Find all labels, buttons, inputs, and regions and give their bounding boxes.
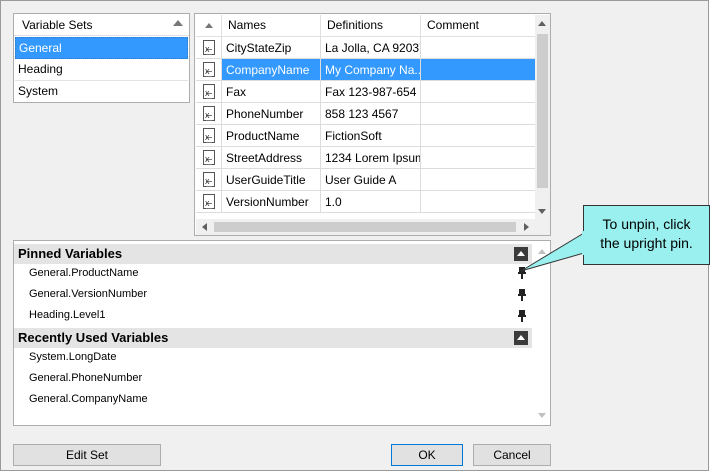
sort-ascending-icon (205, 23, 213, 28)
variable-icon-cell (196, 59, 222, 81)
cell-comment (421, 191, 536, 213)
table-row[interactable]: CityStateZipLa Jolla, CA 92037 (196, 37, 536, 59)
edit-set-button[interactable]: Edit Set (13, 444, 161, 466)
cell-name: PhoneNumber (222, 103, 321, 125)
table-row[interactable]: FaxFax 123-987-654 (196, 81, 536, 103)
variable-icon-cell (196, 169, 222, 191)
pinned-variable-item[interactable]: General.VersionNumber (29, 285, 147, 303)
cell-comment (421, 37, 536, 59)
pinned-variable-item[interactable]: General.ProductName (29, 264, 138, 282)
variable-document-icon (203, 82, 215, 102)
cell-definition: Fax 123-987-654 (321, 81, 421, 103)
cell-definition: La Jolla, CA 92037 (321, 37, 421, 59)
variable-sets-header-label: Variable Sets (22, 18, 93, 32)
cell-definition: 1.0 (321, 191, 421, 213)
table-row[interactable]: VersionNumber1.0 (196, 191, 536, 213)
pin-icon[interactable] (518, 310, 526, 322)
variable-icon-cell (196, 125, 222, 147)
table-row[interactable]: UserGuideTitleUser Guide A (196, 169, 536, 191)
cell-name: StreetAddress (222, 147, 321, 169)
ok-button[interactable]: OK (391, 444, 463, 466)
recently-used-header: Recently Used Variables (14, 328, 532, 348)
recent-variable-item[interactable]: General.PhoneNumber (29, 369, 142, 387)
cell-name: VersionNumber (222, 191, 321, 213)
cell-comment (421, 169, 536, 191)
scroll-down-icon[interactable] (538, 209, 546, 214)
horizontal-scroll-thumb[interactable] (214, 222, 516, 232)
cell-definition: 858 123 4567 (321, 103, 421, 125)
cell-name: CompanyName (222, 59, 321, 81)
table-row[interactable]: ProductNameFictionSoft (196, 125, 536, 147)
scroll-left-icon[interactable] (202, 223, 207, 231)
grid-header-icon-column[interactable] (196, 15, 222, 37)
callout-line-1: To unpin, click (602, 216, 691, 232)
set-item-system[interactable]: System (15, 81, 188, 103)
scroll-up-icon[interactable] (538, 21, 546, 26)
variable-document-icon (203, 192, 215, 212)
cell-definition: 1234 Lorem Ipsum (321, 147, 421, 169)
set-item-general[interactable]: General (15, 37, 188, 59)
cell-name: CityStateZip (222, 37, 321, 59)
variable-icon-cell (196, 191, 222, 213)
variable-document-icon (203, 126, 215, 146)
grid-horizontal-scrollbar[interactable] (196, 219, 535, 235)
variable-document-icon (203, 148, 215, 168)
cell-comment (421, 59, 536, 81)
variable-document-icon (203, 104, 215, 124)
variable-sets-header[interactable]: Variable Sets (14, 14, 189, 36)
recent-variable-item[interactable]: General.CompanyName (29, 390, 148, 408)
cell-definition: My Company Na... (321, 59, 421, 81)
callout-line-2: the upright pin. (600, 235, 693, 251)
cell-comment (421, 125, 536, 147)
table-row[interactable]: PhoneNumber858 123 4567 (196, 103, 536, 125)
cell-name: Fax (222, 81, 321, 103)
pin-icon[interactable] (518, 289, 526, 301)
callout-pointer (520, 232, 585, 272)
cell-name: ProductName (222, 125, 321, 147)
variable-icon-cell (196, 37, 222, 59)
vertical-scroll-thumb[interactable] (537, 34, 548, 188)
grid-header-definitions[interactable]: Definitions (321, 15, 421, 37)
cell-comment (421, 147, 536, 169)
pinned-variable-item[interactable]: Heading.Level1 (29, 306, 105, 324)
table-row[interactable]: CompanyNameMy Company Na... (196, 59, 536, 81)
variable-sets-list: Variable Sets General Heading System (13, 13, 190, 103)
variable-icon-cell (196, 103, 222, 125)
variable-document-icon (203, 170, 215, 190)
variable-icon-cell (196, 147, 222, 169)
sort-ascending-icon (173, 20, 183, 26)
cell-comment (421, 103, 536, 125)
variable-document-icon (203, 38, 215, 58)
grid-header-names[interactable]: Names (222, 15, 321, 37)
variable-icon-cell (196, 81, 222, 103)
cell-name: UserGuideTitle (222, 169, 321, 191)
scroll-down-icon[interactable] (538, 413, 546, 418)
table-row[interactable]: StreetAddress1234 Lorem Ipsum (196, 147, 536, 169)
recently-used-title: Recently Used Variables (18, 330, 169, 345)
pinned-variables-header: Pinned Variables (14, 244, 532, 264)
collapse-recent-icon[interactable] (514, 331, 528, 345)
set-item-heading[interactable]: Heading (15, 59, 188, 81)
variable-document-icon (203, 60, 215, 80)
cell-comment (421, 81, 536, 103)
cell-definition: FictionSoft (321, 125, 421, 147)
cancel-button[interactable]: Cancel (473, 444, 551, 466)
callout-pointer-join (582, 231, 586, 255)
pinned-variables-title: Pinned Variables (18, 246, 123, 261)
callout-box: To unpin, click the upright pin. (583, 205, 710, 265)
recent-variable-item[interactable]: System.LongDate (29, 348, 116, 366)
grid-header-comment[interactable]: Comment (421, 15, 536, 37)
cell-definition: User Guide A (321, 169, 421, 191)
variables-grid: Names Definitions Comment CityStateZipLa… (194, 13, 551, 236)
grid-vertical-scrollbar[interactable] (535, 15, 550, 219)
